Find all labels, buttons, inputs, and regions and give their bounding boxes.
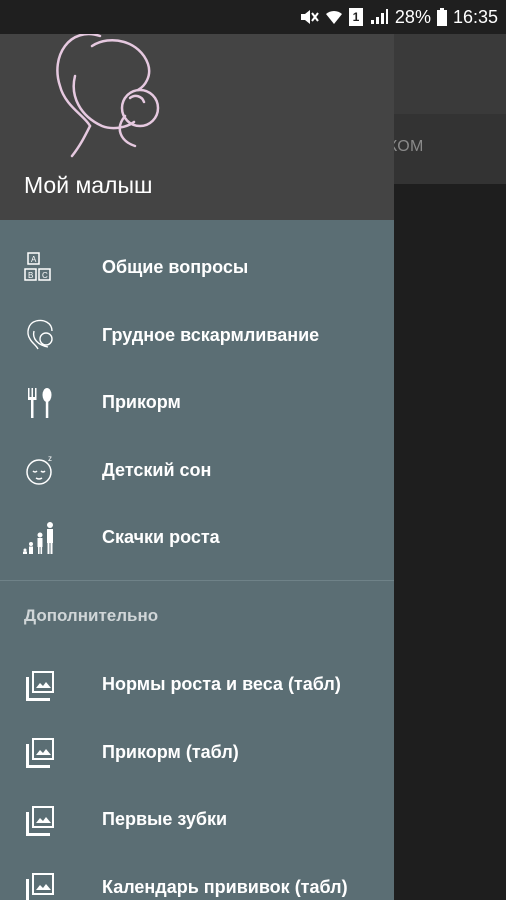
wifi-icon xyxy=(325,8,343,26)
signal-icon xyxy=(369,8,389,26)
menu-item-label: Нормы роста и веса (табл) xyxy=(102,674,341,695)
divider xyxy=(0,580,394,581)
drawer-title: Мой малыш xyxy=(24,172,153,198)
image-icon xyxy=(26,670,54,701)
drawer-header: Мой малыш xyxy=(0,34,394,220)
svg-text:C: C xyxy=(42,271,48,280)
section-title-additional: Дополнительно xyxy=(24,606,159,625)
svg-text:z: z xyxy=(48,454,52,463)
breastfeeding-icon xyxy=(27,320,53,350)
battery-icon xyxy=(436,8,447,26)
battery-percent: 28% xyxy=(394,6,431,27)
menu-item-complementary-feeding[interactable]: Прикорм xyxy=(0,369,394,437)
svg-text:A: A xyxy=(31,255,37,264)
clock: 16:35 xyxy=(452,6,498,27)
mute-icon xyxy=(299,8,319,26)
image-icon xyxy=(26,805,54,836)
menu-item-feeding-table[interactable]: Прикорм (табл) xyxy=(0,719,394,787)
menu-item-label: Скачки роста xyxy=(102,527,220,548)
menu-item-label: Детский сон xyxy=(102,459,212,480)
fork-spoon-icon xyxy=(28,387,52,418)
mother-baby-logo xyxy=(56,34,160,158)
menu-item-vaccination-calendar[interactable]: Календарь прививок (табл) xyxy=(0,854,394,900)
menu-item-growth-spurts[interactable]: Скачки роста xyxy=(0,504,394,572)
menu-item-breastfeeding[interactable]: Грудное вскармливание xyxy=(0,302,394,370)
abc-blocks-icon: A B C xyxy=(24,252,51,281)
menu-item-general-questions[interactable]: A B C Общие вопросы xyxy=(0,234,394,302)
drawer-extra-menu: Нормы роста и веса (табл) Прикорм (табл)… xyxy=(0,651,394,900)
menu-item-label: Календарь прививок (табл) xyxy=(102,876,348,897)
svg-text:B: B xyxy=(28,271,33,280)
growth-icon xyxy=(23,521,53,554)
menu-item-baby-sleep[interactable]: z Детский сон xyxy=(0,437,394,505)
menu-item-label: Грудное вскармливание xyxy=(102,324,320,345)
menu-item-label: Прикорм (табл) xyxy=(102,741,239,762)
menu-item-label: Первые зубки xyxy=(102,809,228,830)
menu-item-first-teeth[interactable]: Первые зубки xyxy=(0,786,394,854)
image-icon xyxy=(26,873,54,900)
menu-item-height-weight-table[interactable]: Нормы роста и веса (табл) xyxy=(0,651,394,719)
menu-item-label: Прикорм xyxy=(102,392,181,413)
image-icon xyxy=(26,738,54,769)
sim-icon: 1 xyxy=(348,8,363,26)
navigation-drawer: Мой малыш A B C Общие вопросы Грудное вс… xyxy=(0,34,394,900)
status-bar: 1 28% 16:35 xyxy=(0,0,506,34)
sleeping-baby-icon: z xyxy=(26,454,52,485)
drawer-menu: A B C Общие вопросы Грудное вскармливани… xyxy=(0,234,394,572)
menu-item-label: Общие вопросы xyxy=(102,257,249,278)
